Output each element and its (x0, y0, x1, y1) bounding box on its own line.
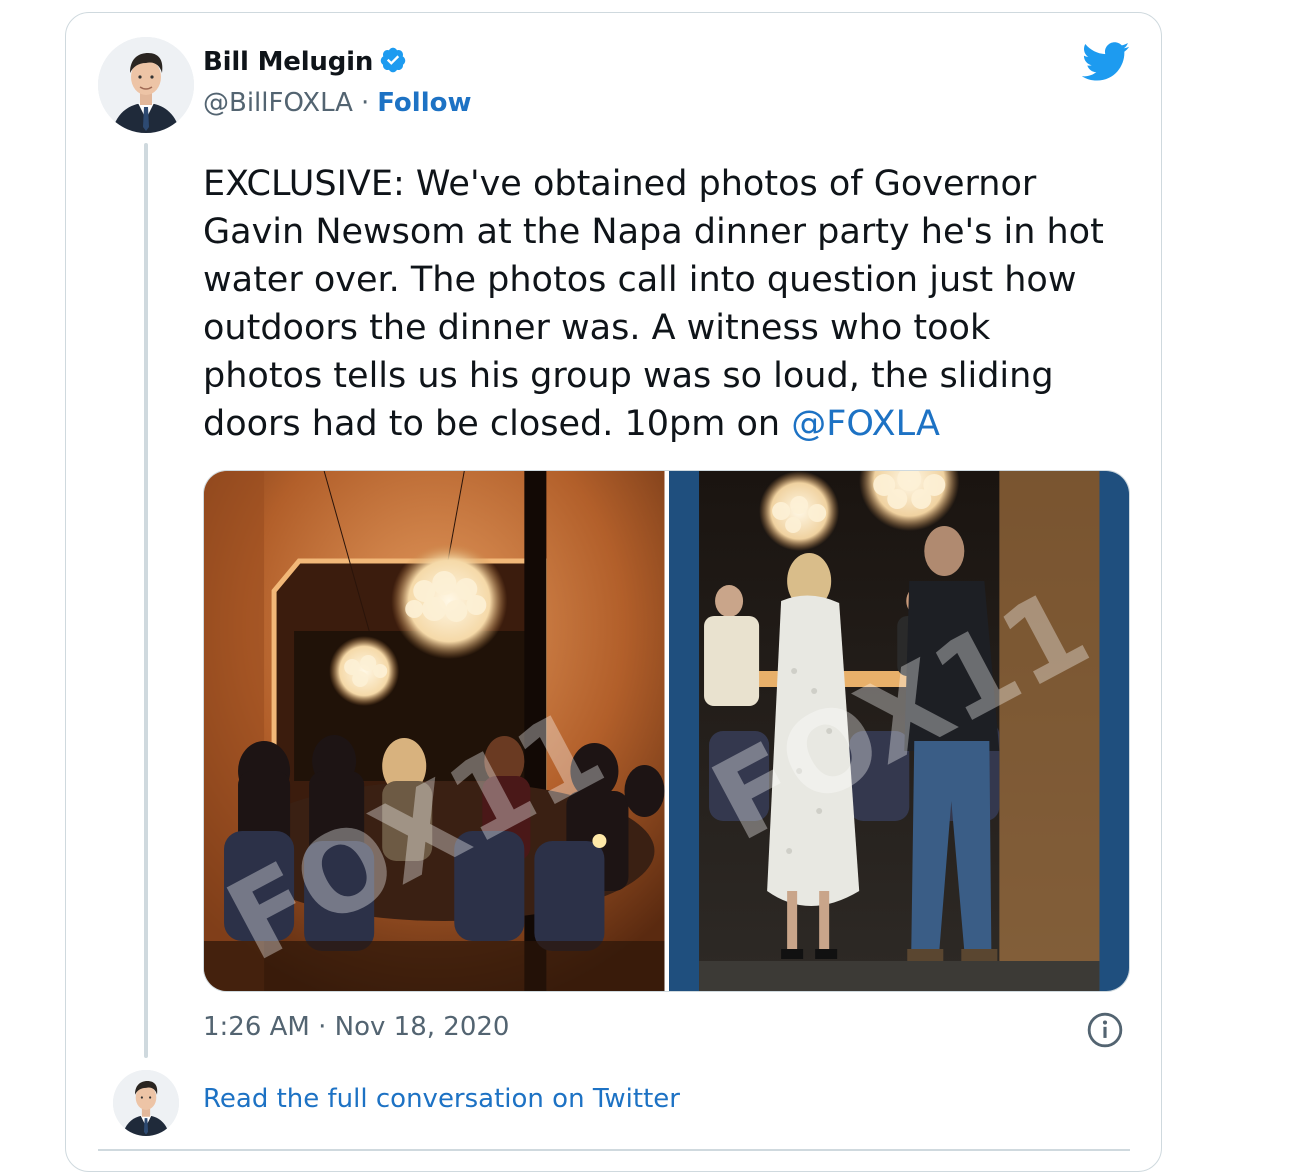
dinner-party-photo-illustration (204, 471, 665, 991)
standing-guests-photo-illustration (668, 471, 1129, 991)
tweet-media-grid: FOX11 FOX11 (203, 470, 1130, 992)
author-name-row[interactable]: Bill Melugin (203, 46, 407, 78)
reply-author-avatar[interactable] (113, 1070, 179, 1136)
tweet-photo-1[interactable]: FOX11 (204, 471, 665, 991)
read-full-conversation-link[interactable]: Read the full conversation on Twitter (203, 1084, 680, 1114)
bottom-divider (98, 1149, 1130, 1151)
author-avatar[interactable] (98, 37, 194, 133)
verified-badge-icon (379, 46, 407, 78)
tweet-text-body: EXCLUSIVE: We've obtained photos of Gove… (203, 164, 1104, 444)
author-name[interactable]: Bill Melugin (203, 47, 373, 77)
tweet-timestamp[interactable]: 1:26 AM · Nov 18, 2020 (203, 1012, 509, 1042)
info-icon[interactable] (1086, 1011, 1124, 1049)
author-handle[interactable]: @BillFOXLA (203, 88, 353, 118)
mention-link-foxla[interactable]: @FOXLA (791, 404, 940, 444)
tweet-photo-2[interactable]: FOX11 (668, 471, 1129, 991)
handle-separator: · (360, 88, 370, 118)
tweet-text: EXCLUSIVE: We've obtained photos of Gove… (203, 160, 1133, 448)
follow-link[interactable]: Follow (377, 88, 471, 118)
twitter-bird-icon[interactable] (1081, 42, 1130, 82)
author-handle-row: @BillFOXLA · Follow (203, 88, 472, 118)
thread-connector-line (144, 143, 148, 1058)
